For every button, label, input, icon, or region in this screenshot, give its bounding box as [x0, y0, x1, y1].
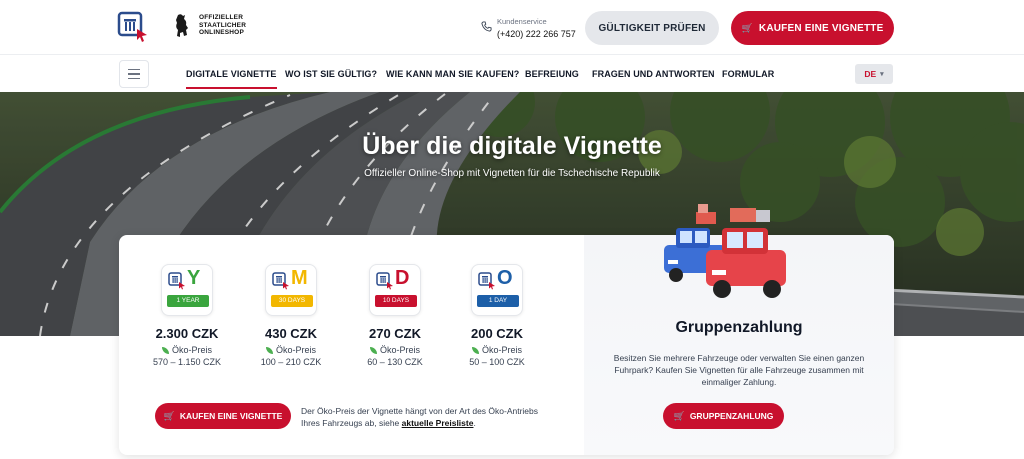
- cart-icon: 🛒: [741, 22, 753, 33]
- vignette-price: 430 CZK: [264, 326, 318, 341]
- vignette-monthly[interactable]: M 30 DAYS 430 CZK Öko-Preis 100 – 210 CZ…: [243, 264, 339, 367]
- customer-service-contact[interactable]: Kundenservice (+420) 222 266 757: [497, 16, 576, 40]
- eco-price-range: 50 – 100 CZK: [469, 357, 525, 367]
- czech-lion-emblem: [176, 14, 188, 37]
- vignette-badge: Y 1 YEAR: [161, 264, 213, 316]
- eco-price-label: Öko-Preis: [449, 345, 545, 355]
- vignette-price: 2.300 CZK: [155, 326, 219, 341]
- nav-item-digital-vignette[interactable]: DIGITALE VIGNETTE: [186, 69, 277, 89]
- cart-icon: 🛒: [163, 410, 175, 421]
- site-logo[interactable]: [116, 10, 150, 44]
- vignette-price: 200 CZK: [470, 326, 524, 341]
- nav-item-form[interactable]: FORMULAR: [722, 69, 774, 79]
- vignette-price: 270 CZK: [368, 326, 422, 341]
- eco-price-range: 570 – 1.150 CZK: [152, 357, 222, 367]
- vignette-duration-tag: 30 DAYS: [271, 295, 313, 307]
- cart-icon: 🛒: [673, 410, 685, 421]
- eco-price-label: Öko-Preis: [139, 345, 235, 355]
- leaf-icon: [161, 346, 169, 354]
- vignette-duration-tag: 1 YEAR: [167, 295, 209, 307]
- buy-vignette-label: KAUFEN EINE VIGNETTE: [179, 411, 283, 421]
- group-payment-title: Gruppenzahlung: [675, 319, 803, 336]
- eco-price-label: Öko-Preis: [243, 345, 339, 355]
- vignette-letter: M: [291, 267, 308, 289]
- buy-vignette-button[interactable]: 🛒 KAUFEN EINE VIGNETTE: [731, 11, 894, 45]
- check-validity-button[interactable]: GÜLTIGKEIT PRÜFEN: [585, 11, 719, 45]
- group-payment-button[interactable]: 🛒 GRUPPENZAHLUNG: [663, 403, 784, 429]
- top-header: OFFIZIELLER STAATLICHER ONLINESHOP Kunde…: [0, 0, 1024, 54]
- leaf-icon: [369, 346, 377, 354]
- price-list-link[interactable]: aktuelle Preisliste: [402, 418, 474, 428]
- contact-label: Kundenservice: [497, 17, 547, 26]
- cars-illustration: [664, 204, 786, 298]
- vignette-ten-day[interactable]: D 10 DAYS 270 CZK Öko-Preis 60 – 130 CZK: [347, 264, 443, 367]
- buy-vignette-button[interactable]: 🛒 KAUFEN EINE VIGNETTE: [155, 403, 291, 429]
- leaf-icon: [471, 346, 479, 354]
- group-payment-description: Besitzen Sie mehrere Fahrzeuge oder verw…: [613, 353, 865, 387]
- vignette-logo-icon: [272, 272, 289, 290]
- hero-subtitle: Offizieller Online-Shop mit Vignetten fü…: [364, 168, 660, 179]
- language-selector[interactable]: DE ▾: [855, 64, 893, 84]
- group-payment-label: GRUPPENZAHLUNG: [689, 411, 774, 421]
- vignette-logo-icon: [478, 272, 495, 290]
- hero-title: Über die digitale Vignette: [362, 132, 662, 160]
- main-navigation: DIGITALE VIGNETTE WO IST SIE GÜLTIG? WIE…: [0, 54, 1024, 92]
- phone-icon: [481, 21, 492, 32]
- eco-price-range: 60 – 130 CZK: [367, 357, 423, 367]
- vignette-badge: O 1 DAY: [471, 264, 523, 316]
- eco-price-note: Der Öko-Preis der Vignette hängt von der…: [301, 406, 539, 428]
- vignette-logo-icon: [168, 272, 185, 290]
- contact-phone[interactable]: (+420) 222 266 757: [497, 28, 576, 40]
- chevron-down-icon: ▾: [880, 71, 884, 78]
- buy-vignette-label: KAUFEN EINE VIGNETTE: [758, 22, 884, 34]
- vignette-one-day[interactable]: O 1 DAY 200 CZK Öko-Preis 50 – 100 CZK: [449, 264, 545, 367]
- nav-item-exemption[interactable]: BEFREIUNG: [525, 69, 579, 79]
- menu-button[interactable]: [119, 60, 149, 88]
- vignette-duration-tag: 1 DAY: [477, 295, 519, 307]
- eco-price-range: 100 – 210 CZK: [260, 357, 322, 367]
- vignette-duration-tag: 10 DAYS: [375, 295, 417, 307]
- vignette-badge: M 30 DAYS: [265, 264, 317, 316]
- vignette-letter: O: [497, 267, 513, 289]
- eco-price-label: Öko-Preis: [347, 345, 443, 355]
- vignette-badge: D 10 DAYS: [369, 264, 421, 316]
- nav-item-where-valid[interactable]: WO IST SIE GÜLTIG?: [285, 69, 377, 79]
- vignette-annual[interactable]: Y 1 YEAR 2.300 CZK Öko-Preis 570 – 1.150…: [139, 264, 235, 367]
- vignette-letter: D: [395, 267, 410, 289]
- menu-icon: [128, 68, 140, 71]
- official-shop-label: OFFIZIELLER STAATLICHER ONLINESHOP: [199, 14, 247, 36]
- language-code: DE: [864, 69, 877, 79]
- vignette-letter: Y: [187, 267, 201, 289]
- vignette-logo-icon: [376, 272, 393, 290]
- nav-item-how-to-buy[interactable]: WIE KANN MAN SIE KAUFEN?: [386, 69, 519, 79]
- leaf-icon: [265, 346, 273, 354]
- nav-item-faq[interactable]: FRAGEN UND ANTWORTEN: [592, 69, 715, 79]
